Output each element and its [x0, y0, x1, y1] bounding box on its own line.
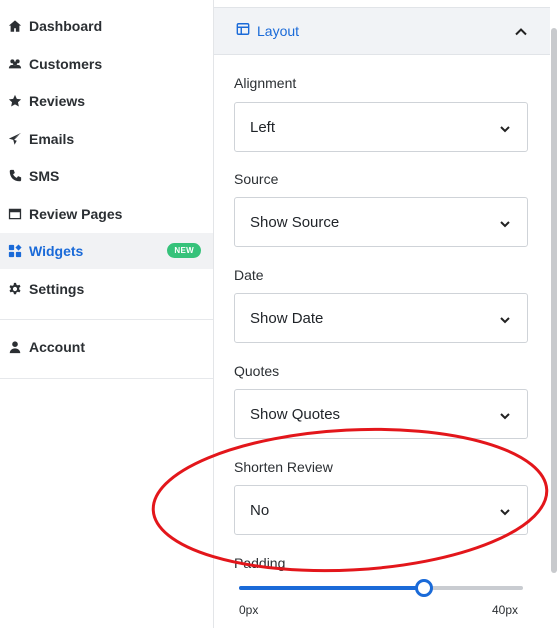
date-label: Date: [234, 267, 264, 283]
widget-settings-panel: Layout Alignment Left Source Show Source…: [214, 0, 550, 628]
chevron-down-icon: [499, 217, 511, 229]
sidebar-divider: [0, 378, 213, 379]
user-icon: [7, 340, 22, 355]
slider-thumb[interactable]: [414, 579, 433, 597]
slider-min-label: 0px: [239, 603, 259, 617]
quotes-select[interactable]: Show Quotes: [234, 389, 528, 439]
quotes-label: Quotes: [234, 363, 280, 379]
sidebar-item-label: Customers: [29, 56, 103, 72]
select-value: Show Source: [250, 213, 340, 231]
sidebar-item-account[interactable]: Account: [0, 329, 213, 365]
sidebar-item-label: Review Pages: [29, 206, 123, 222]
date-select[interactable]: Show Date: [234, 293, 528, 343]
shorten-review-select[interactable]: No: [234, 485, 528, 535]
alignment-select[interactable]: Left: [234, 102, 528, 152]
sidebar-item-emails[interactable]: Emails: [0, 121, 213, 157]
chevron-down-icon: [499, 409, 511, 421]
shorten-review-label: Shorten Review: [234, 459, 333, 475]
sidebar-item-label: Emails: [29, 131, 75, 147]
source-select[interactable]: Show Source: [234, 197, 528, 247]
sidebar-item-label: Reviews: [29, 93, 86, 109]
select-value: Left: [250, 118, 276, 136]
sidebar-item-dashboard[interactable]: Dashboard: [0, 8, 213, 44]
padding-label: Padding: [234, 555, 286, 571]
sidebar-item-sms[interactable]: SMS: [0, 158, 213, 194]
gear-icon: [7, 282, 22, 297]
alignment-label: Alignment: [234, 75, 297, 91]
sidebar-item-settings[interactable]: Settings: [0, 271, 213, 307]
layout-icon: [236, 22, 250, 41]
sidebar-item-widgets[interactable]: Widgets NEW: [0, 233, 213, 269]
widgets-icon: [7, 244, 22, 259]
sidebar-item-customers[interactable]: Customers: [0, 46, 213, 82]
home-icon: [7, 19, 22, 34]
sidebar-divider: [0, 319, 213, 320]
window-icon: [7, 207, 22, 222]
slider-fill: [239, 586, 424, 590]
select-value: Show Date: [250, 309, 324, 327]
sidebar-item-label: Widgets: [29, 243, 84, 259]
sidebar-item-review-pages[interactable]: Review Pages: [0, 196, 213, 232]
new-badge: NEW: [167, 243, 201, 258]
chevron-up-icon[interactable]: [514, 25, 528, 39]
layout-section-header[interactable]: Layout: [214, 7, 550, 55]
phone-icon: [7, 169, 22, 184]
slider-max-label: 40px: [492, 603, 519, 617]
sidebar-item-label: Dashboard: [29, 18, 103, 34]
chevron-down-icon: [499, 313, 511, 325]
sidebar-item-reviews[interactable]: Reviews: [0, 83, 213, 119]
sidebar-item-label: SMS: [29, 168, 60, 184]
section-title: Layout: [257, 23, 300, 39]
chevron-down-icon: [499, 505, 511, 517]
sidebar-item-label: Account: [29, 339, 85, 355]
select-value: No: [250, 501, 270, 519]
select-value: Show Quotes: [250, 405, 341, 423]
star-icon: [7, 94, 22, 109]
users-icon: [7, 57, 22, 72]
chevron-down-icon: [499, 122, 511, 134]
source-label: Source: [234, 171, 279, 187]
sidebar-item-label: Settings: [29, 281, 85, 297]
padding-slider[interactable]: [239, 579, 523, 597]
send-icon: [7, 132, 22, 147]
sidebar: Dashboard Customers Reviews Emails SMS R…: [0, 0, 214, 628]
scrollbar[interactable]: [551, 28, 557, 573]
